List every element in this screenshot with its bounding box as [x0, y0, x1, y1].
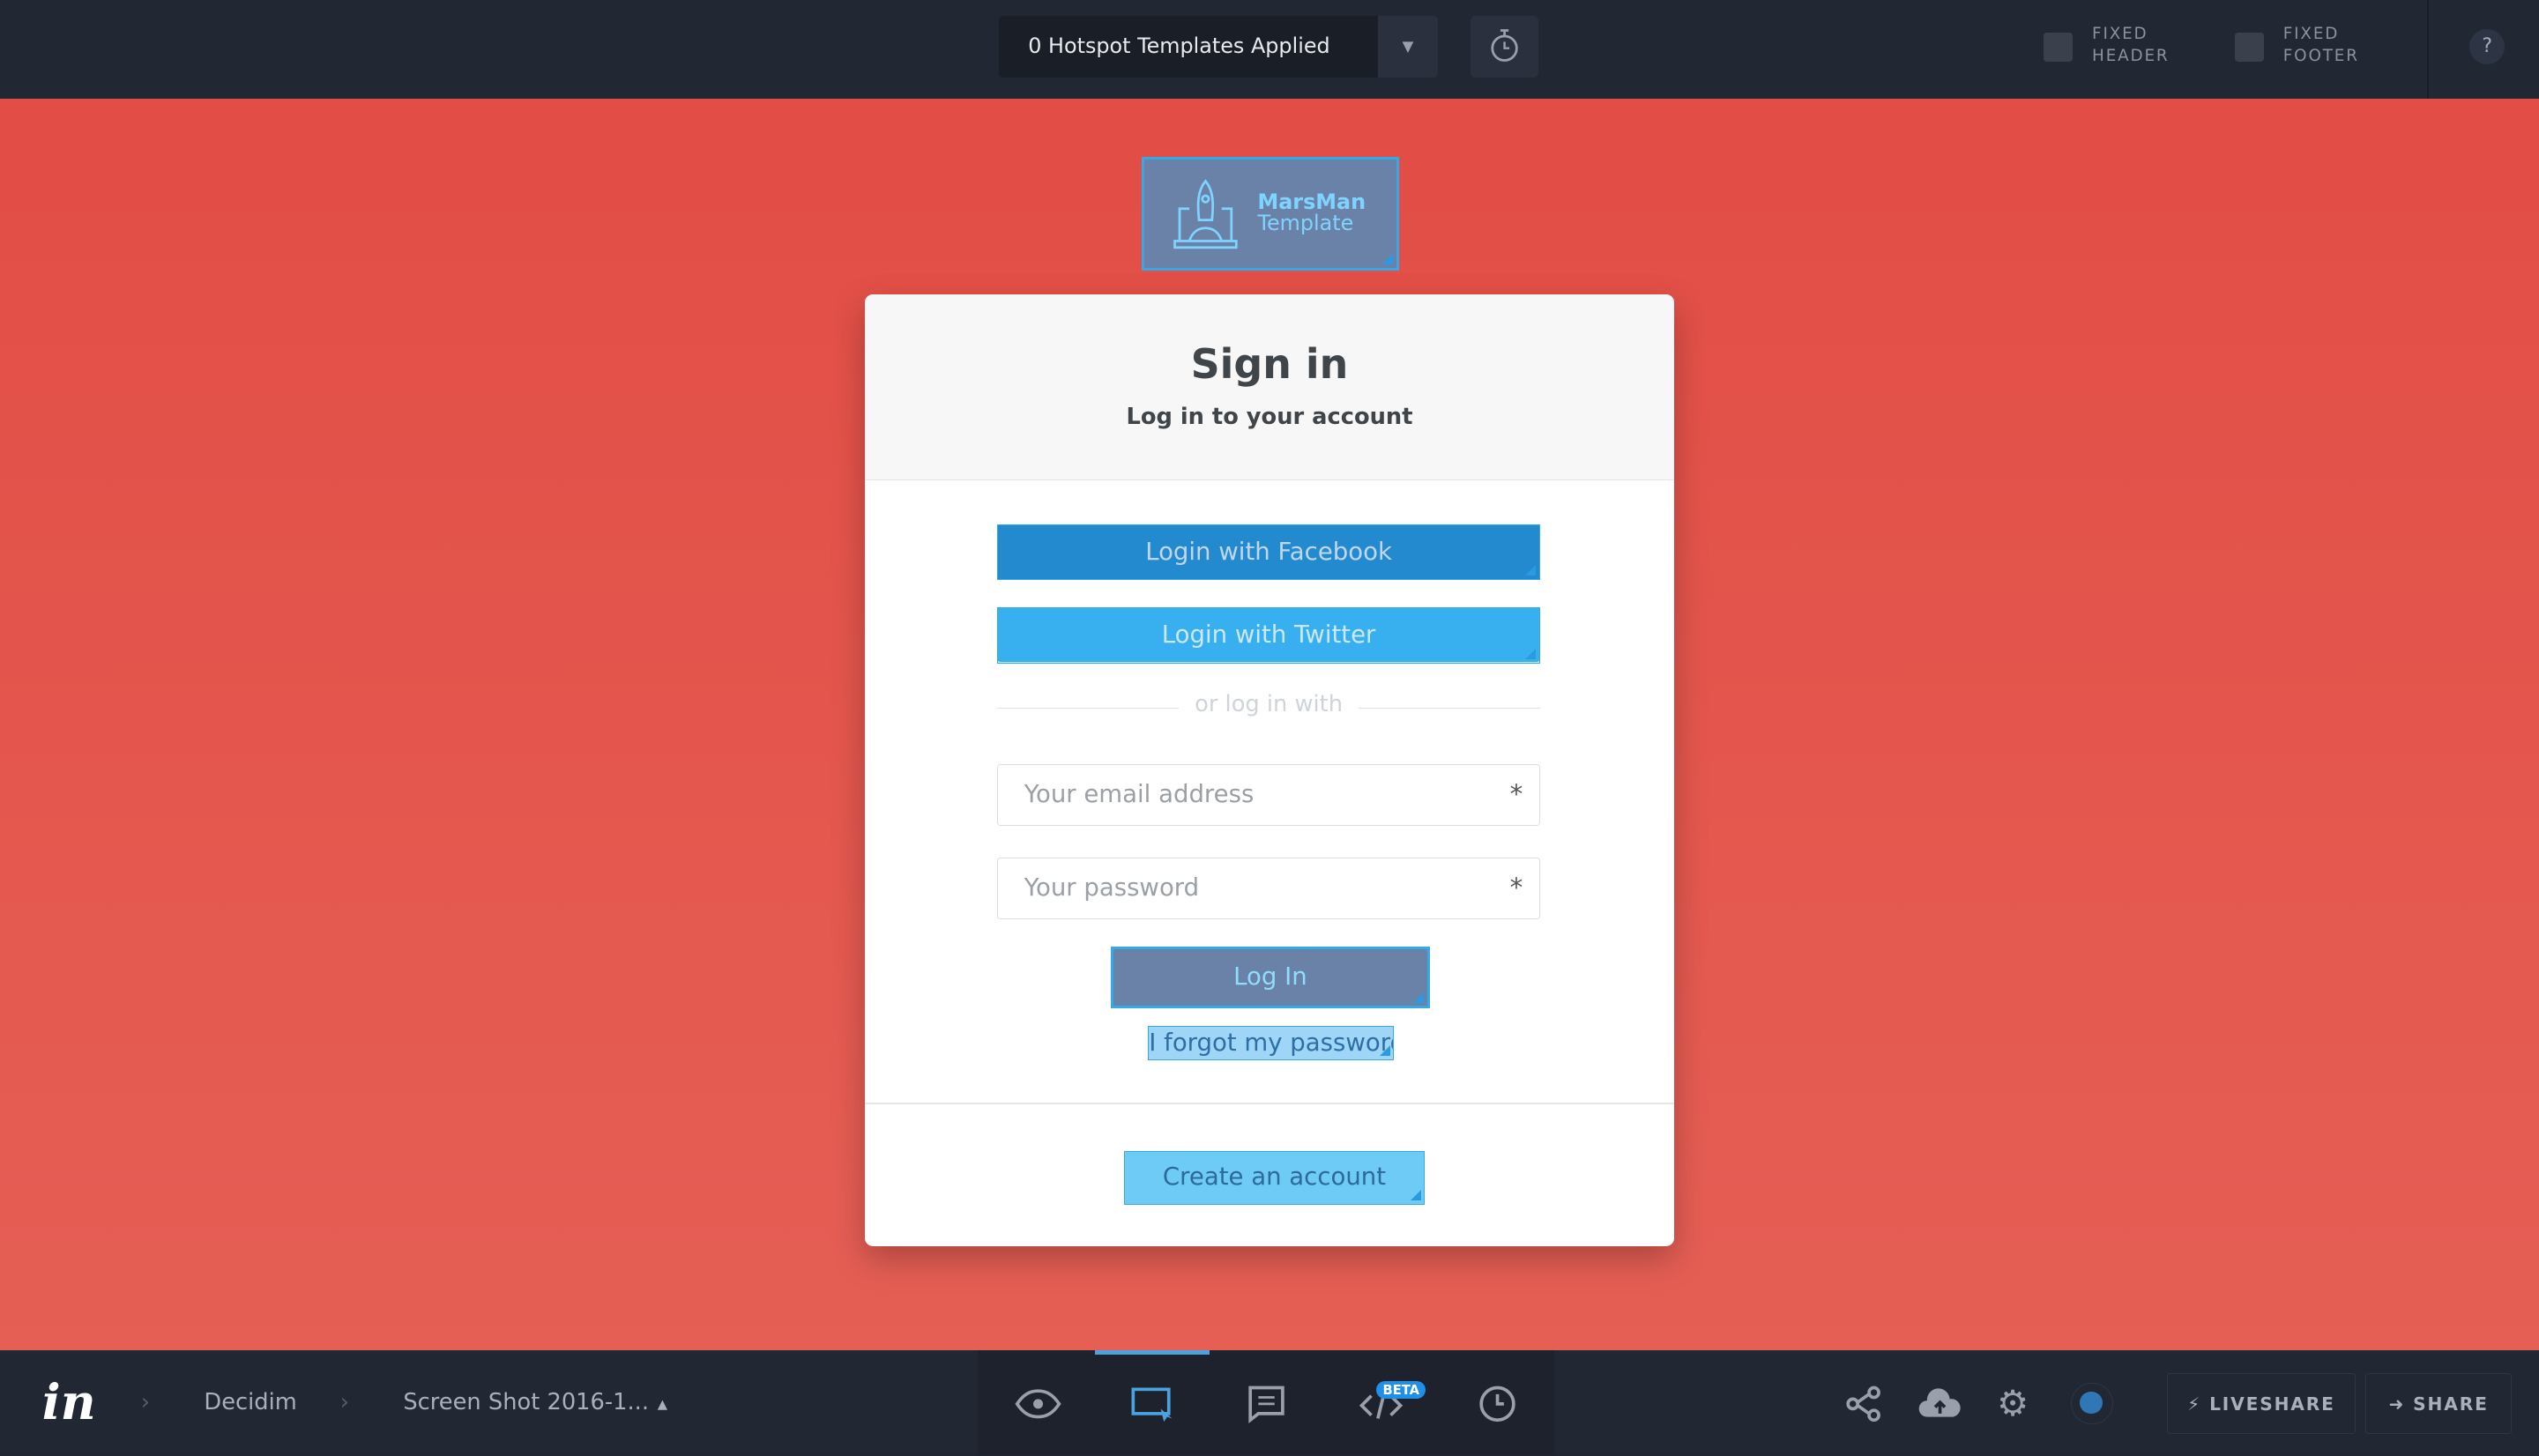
divider — [864, 1102, 1675, 1104]
divider — [2427, 0, 2430, 100]
required-icon: * — [1509, 778, 1523, 809]
comment-mode-icon[interactable] — [1242, 1383, 1291, 1425]
breadcrumb-project[interactable]: Decidim — [204, 1389, 296, 1415]
history-clock-icon[interactable] — [1473, 1383, 1522, 1425]
preview-eye-icon[interactable] — [1014, 1383, 1062, 1425]
facebook-hotspot[interactable] — [997, 524, 1540, 580]
stopwatch-icon — [1491, 29, 1518, 63]
required-icon: * — [1509, 873, 1523, 903]
create-account-button[interactable]: Create an account — [1123, 1150, 1426, 1205]
help-button[interactable]: ? — [2469, 29, 2505, 65]
rocket-logo-icon — [1173, 178, 1238, 249]
share-nodes-icon[interactable] — [1840, 1383, 1888, 1425]
top-toolbar: 0 Hotspot Templates Applied ▼ FIXED HEAD… — [0, 0, 2539, 100]
forgot-password-link[interactable]: I forgot my password — [1148, 1026, 1395, 1061]
fixed-footer-checkbox[interactable] — [2234, 32, 2264, 62]
log-in-button[interactable]: Log In — [1110, 947, 1430, 1009]
mode-switcher: BETA — [978, 1349, 1555, 1456]
lightning-icon: ⚡ — [2187, 1393, 2202, 1415]
logo-text: MarsMan Template — [1257, 189, 1366, 235]
build-mode-icon[interactable] — [1127, 1383, 1175, 1425]
page-title: Sign in — [1190, 339, 1349, 388]
fixed-header-label: FIXED HEADER — [2092, 24, 2170, 66]
fixed-header-checkbox[interactable] — [2043, 32, 2073, 62]
cloud-upload-icon[interactable] — [1916, 1383, 1964, 1425]
page-subtitle: Log in to your account — [1126, 404, 1413, 431]
invision-logo[interactable]: in — [42, 1373, 96, 1430]
bottom-toolbar: in › Decidim › Screen Shot 2016-1... ▲ B… — [0, 1349, 2539, 1456]
logo-hotspot[interactable]: MarsMan Template — [1141, 157, 1399, 271]
timer-button[interactable] — [1470, 16, 1538, 78]
or-divider: or log in with — [997, 691, 1540, 717]
arrow-right-icon: ➜ — [2388, 1393, 2406, 1415]
chevron-down-icon[interactable]: ▼ — [1378, 16, 1438, 78]
liveshare-button[interactable]: ⚡ LIVESHARE — [2166, 1372, 2357, 1435]
twitter-hotspot[interactable] — [997, 606, 1540, 665]
active-mode-indicator — [1094, 1349, 1210, 1356]
settings-gear-icon[interactable]: ⚙ — [1989, 1382, 2037, 1425]
chevron-right-icon: › — [140, 1388, 151, 1415]
prototype-canvas: MarsMan Template Sign in Log in to your a… — [0, 99, 2539, 1350]
password-input[interactable]: Your password * — [997, 858, 1540, 920]
email-input[interactable]: Your email address * — [997, 763, 1540, 826]
card-header: Sign in Log in to your account — [864, 294, 1675, 480]
beta-badge: BETA — [1376, 1380, 1426, 1400]
fixed-footer-label: FIXED FOOTER — [2282, 24, 2359, 66]
breadcrumb-screen[interactable]: Screen Shot 2016-1... — [403, 1389, 649, 1415]
caret-up-icon[interactable]: ▲ — [658, 1397, 667, 1412]
chevron-right-icon: › — [339, 1388, 349, 1415]
sign-in-card: Sign in Log in to your account Login wit… — [864, 294, 1675, 1247]
hotspot-templates-select[interactable]: 0 Hotspot Templates Applied — [999, 16, 1379, 78]
user-avatar[interactable] — [2071, 1382, 2113, 1425]
share-button[interactable]: ➜ SHARE — [2365, 1372, 2512, 1435]
